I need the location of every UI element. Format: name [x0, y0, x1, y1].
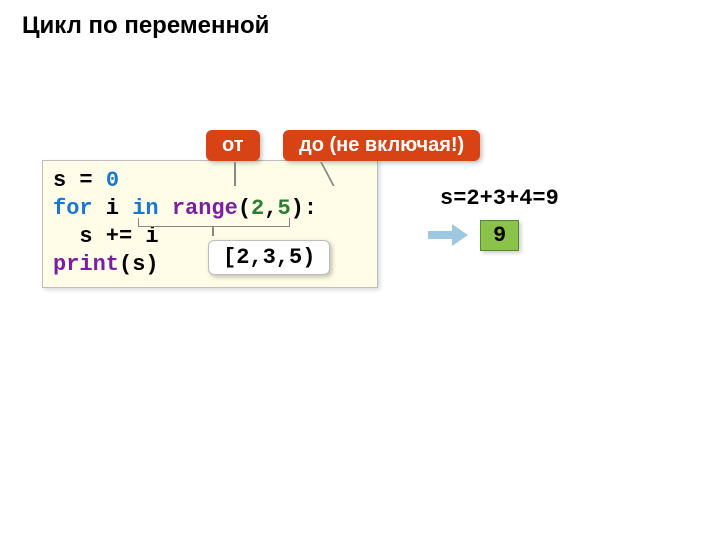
code-text: (s)	[119, 252, 159, 277]
code-text: s =	[53, 168, 106, 193]
result-badge: 9	[480, 220, 519, 251]
sum-expression: s=2+3+4=9	[440, 186, 559, 211]
bracket-range	[138, 218, 290, 227]
page-title: Цикл по переменной	[22, 12, 269, 40]
code-func-print: print	[53, 252, 119, 277]
code-keyword-for: for	[53, 196, 93, 221]
callout-from-tail	[234, 162, 236, 186]
code-literal: 0	[106, 168, 119, 193]
callout-interval: [2,3,5)	[208, 240, 330, 275]
code-text: i	[93, 196, 133, 221]
bracket-tail	[212, 226, 214, 236]
callout-from: от	[206, 130, 260, 161]
code-text: ):	[291, 196, 317, 221]
code-line-1: s = 0	[53, 167, 367, 195]
callout-to: до (не включая!)	[283, 130, 480, 161]
